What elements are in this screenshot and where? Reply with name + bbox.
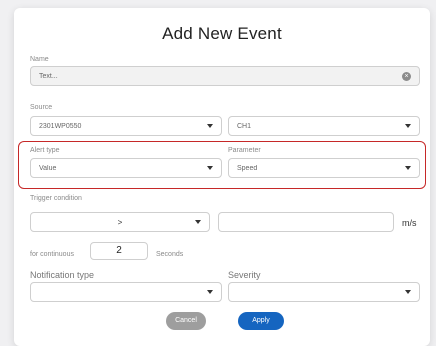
trigger-condition-label: Trigger condition	[30, 195, 82, 202]
dialog-title: Add New Event	[162, 24, 282, 43]
trigger-operator-value: >	[117, 217, 123, 227]
source-channel-select[interactable]: CH1	[228, 116, 420, 136]
chevron-down-icon	[207, 124, 213, 128]
name-placeholder: Text...	[39, 72, 58, 80]
apply-button[interactable]: Apply	[238, 312, 284, 330]
chevron-down-icon	[405, 290, 411, 294]
continuous-seconds-input[interactable]: 2	[90, 242, 148, 260]
severity-label: Severity	[228, 270, 261, 280]
alert-type-select[interactable]: Value	[30, 158, 222, 178]
source-device-value: 2301WP0550	[39, 122, 82, 130]
parameter-label: Parameter	[228, 147, 261, 154]
clear-icon[interactable]: ×	[402, 72, 411, 81]
source-channel-value: CH1	[237, 122, 252, 130]
alert-type-value: Value	[39, 164, 57, 172]
chevron-down-icon	[405, 124, 411, 128]
parameter-value: Speed	[237, 164, 258, 172]
parameter-select[interactable]: Speed	[228, 158, 420, 178]
chevron-down-icon	[207, 166, 213, 170]
cancel-button[interactable]: Cancel	[166, 312, 206, 330]
continuous-prefix: for continuous	[30, 251, 74, 258]
severity-select[interactable]	[228, 282, 420, 302]
notification-type-select[interactable]	[30, 282, 222, 302]
add-event-dialog: Add New Event Name Text... × Source 2301…	[14, 8, 430, 346]
continuous-suffix: Seconds	[156, 251, 184, 258]
name-input[interactable]: Text... ×	[30, 66, 420, 86]
chevron-down-icon	[207, 290, 213, 294]
alert-type-label: Alert type	[30, 147, 60, 154]
notification-type-label: Notification type	[30, 270, 95, 280]
chevron-down-icon	[195, 220, 201, 224]
trigger-unit: m/s	[402, 218, 417, 228]
trigger-threshold-input[interactable]	[218, 212, 394, 232]
source-device-select[interactable]: 2301WP0550	[30, 116, 222, 136]
trigger-operator-select[interactable]: >	[30, 212, 210, 232]
source-label: Source	[30, 104, 53, 111]
chevron-down-icon	[405, 166, 411, 170]
name-label: Name	[30, 56, 49, 63]
